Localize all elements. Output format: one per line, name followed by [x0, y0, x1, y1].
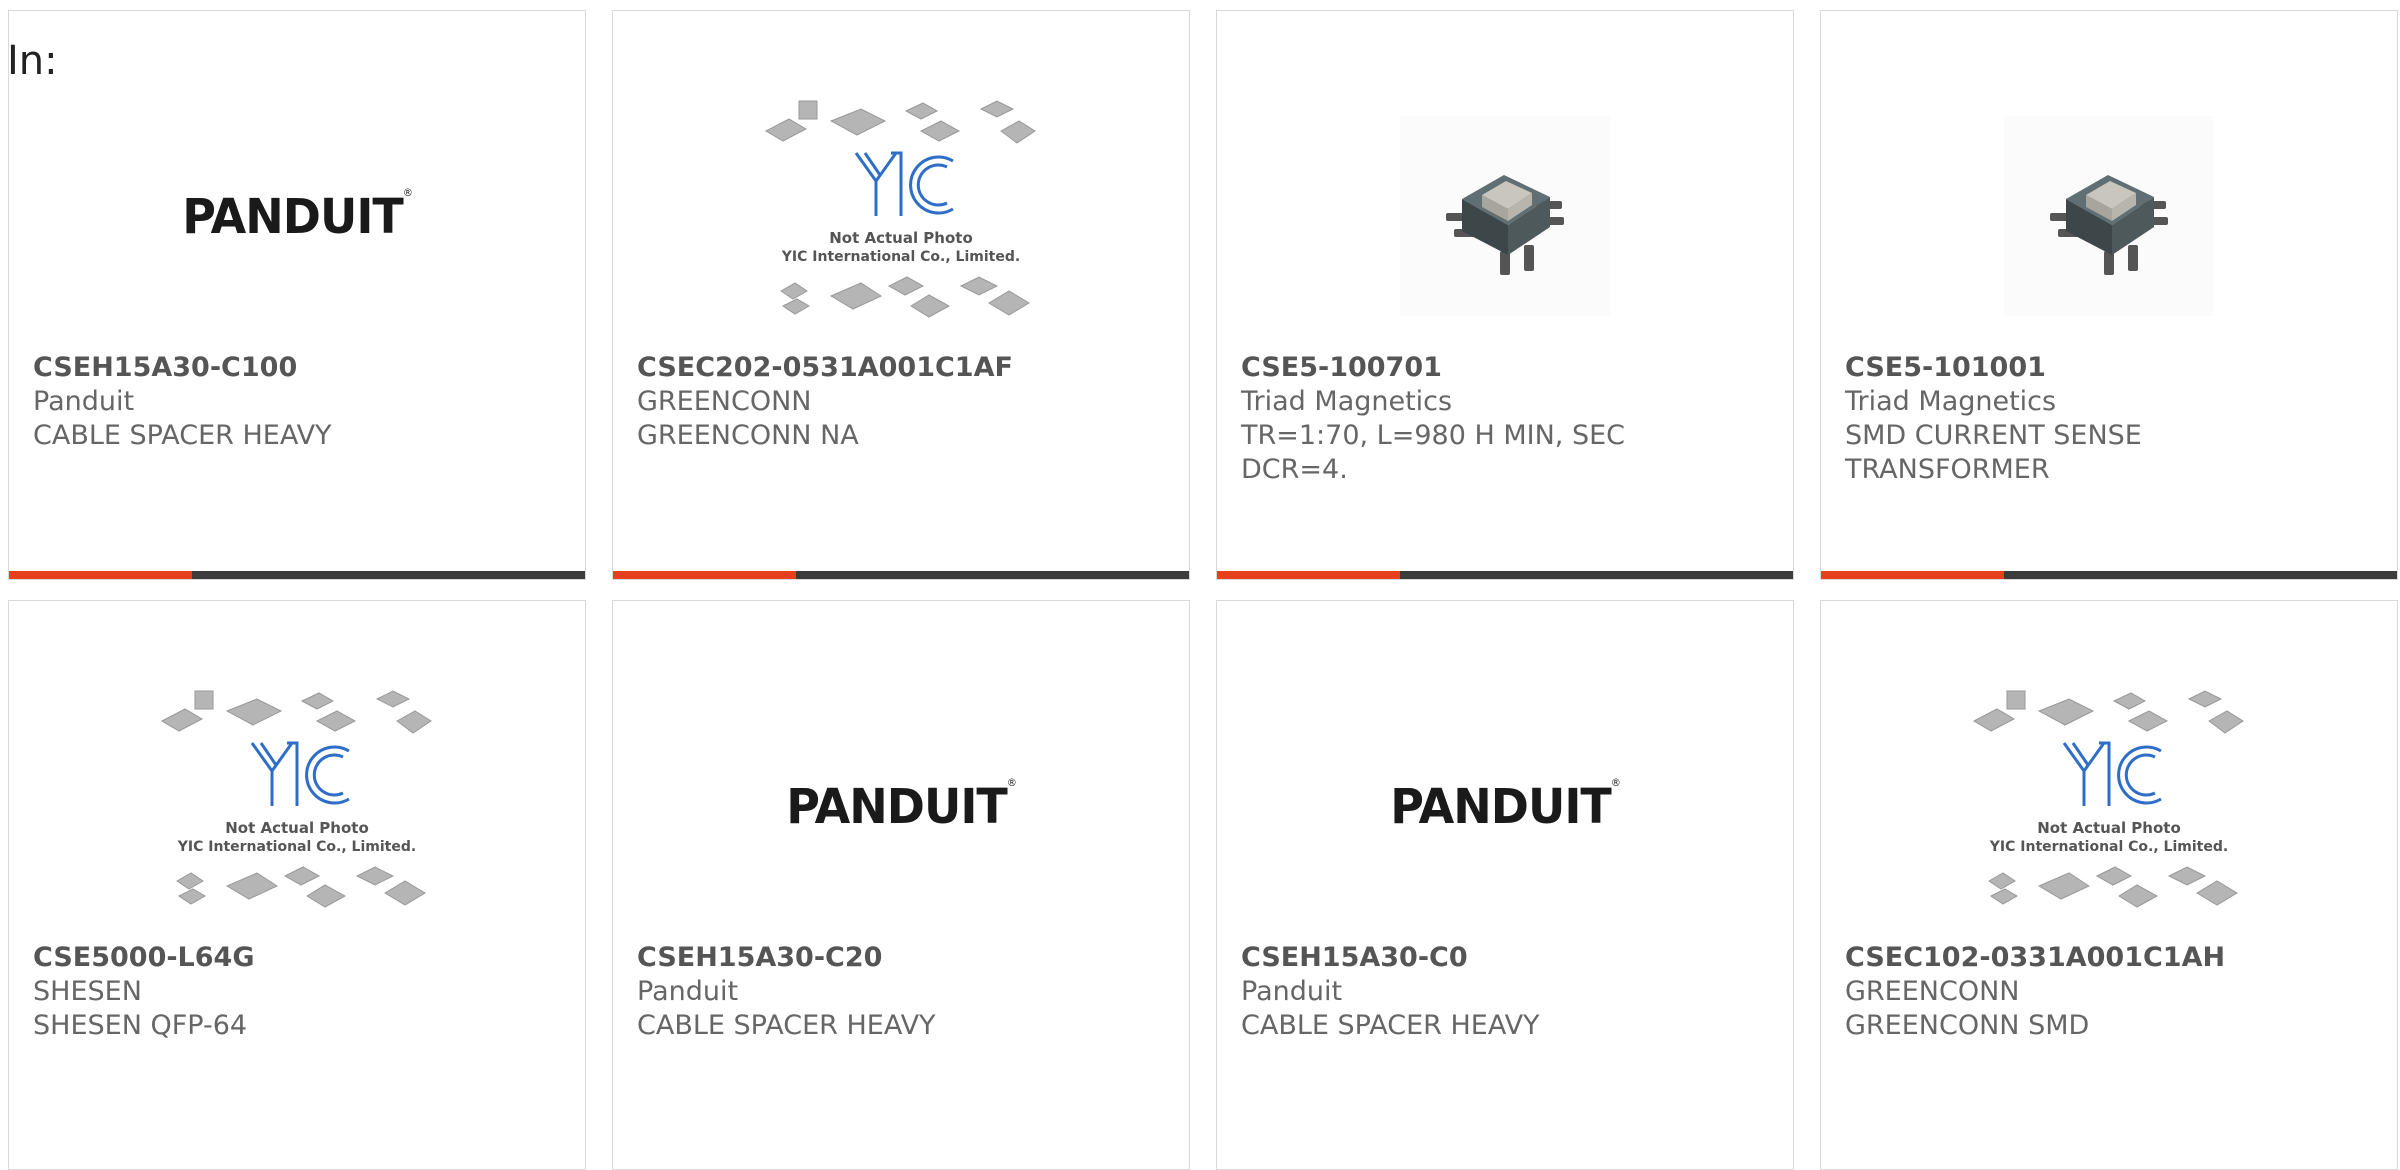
manufacturer: Panduit	[637, 976, 739, 1007]
product-card[interactable]: CSE5-101001 Triad Magnetics SMD CURRENT …	[1820, 10, 2398, 580]
part-number[interactable]: CSE5-101001	[1845, 351, 2373, 385]
product-image[interactable]: PANDUIT®	[1217, 681, 1793, 931]
part-number[interactable]: CSE5000-L64G	[33, 941, 561, 975]
svg-text:Not Actual Photo: Not Actual Photo	[2037, 819, 2181, 837]
product-card[interactable]: Not Actual Photo YIC International Co., …	[1820, 600, 2398, 1170]
part-number[interactable]: CSEC202-0531A001C1AF	[637, 351, 1165, 385]
description: GREENCONN SMD	[1845, 1010, 2090, 1041]
product-image[interactable]: PANDUIT®	[9, 91, 585, 341]
manufacturer: Triad Magnetics	[1845, 386, 2057, 417]
manufacturer: SHESEN	[33, 976, 142, 1007]
panduit-logo: PANDUIT®	[786, 777, 1017, 835]
part-number[interactable]: CSEC102-0331A001C1AH	[1845, 941, 2373, 975]
product-card[interactable]: PANDUIT® CSEH15A30-C0 Panduit CABLE SPAC…	[1216, 600, 1794, 1170]
product-card[interactable]: PANDUIT® CSEH15A30-C100 Panduit CABLE SP…	[8, 10, 586, 580]
manufacturer: Triad Magnetics	[1241, 386, 1453, 417]
card-accent-bar	[1217, 571, 1793, 579]
description: SHESEN QFP-64	[33, 1010, 248, 1041]
svg-text:YIC International Co., Limited: YIC International Co., Limited.	[1989, 839, 2228, 855]
panduit-logo: PANDUIT®	[1390, 777, 1621, 835]
svg-text:YIC International Co., Limited: YIC International Co., Limited.	[177, 839, 416, 855]
card-accent-bar	[1821, 571, 2397, 579]
card-accent-bar	[613, 571, 1189, 579]
product-card[interactable]: PANDUIT® CSEH15A30-C20 Panduit CABLE SPA…	[612, 600, 1190, 1170]
transformer-photo	[1400, 116, 1610, 316]
description: CABLE SPACER HEAVY	[637, 1010, 936, 1041]
product-card[interactable]: Not Actual Photo YIC International Co., …	[8, 600, 586, 1170]
manufacturer: Panduit	[33, 386, 135, 417]
svg-text:Not Actual Photo: Not Actual Photo	[225, 819, 369, 837]
in-label: In:	[7, 38, 58, 84]
svg-text:Not Actual Photo: Not Actual Photo	[829, 229, 973, 247]
yic-placeholder-image: Not Actual Photo YIC International Co., …	[764, 100, 1036, 318]
description: TR=1:70, L=980 H MIN, SEC DCR=4.	[1241, 420, 1626, 485]
product-card[interactable]: Not Actual Photo YIC International Co., …	[612, 10, 1190, 580]
product-image[interactable]: PANDUIT®	[613, 681, 1189, 931]
product-image[interactable]	[1821, 91, 2397, 341]
transformer-photo	[2004, 116, 2214, 316]
description: SMD CURRENT SENSE TRANSFORMER	[1845, 420, 2142, 485]
product-card[interactable]: CSE5-100701 Triad Magnetics TR=1:70, L=9…	[1216, 10, 1794, 580]
part-number[interactable]: CSE5-100701	[1241, 351, 1769, 385]
panduit-logo: PANDUIT®	[182, 187, 413, 245]
yic-placeholder-image: Not Actual Photo YIC International Co., …	[1972, 690, 2244, 908]
manufacturer: GREENCONN	[1845, 976, 2020, 1007]
part-number[interactable]: CSEH15A30-C20	[637, 941, 1165, 975]
svg-text:YIC International Co., Limited: YIC International Co., Limited.	[781, 249, 1020, 265]
description: GREENCONN NA	[637, 420, 859, 451]
description: CABLE SPACER HEAVY	[33, 420, 332, 451]
description: CABLE SPACER HEAVY	[1241, 1010, 1540, 1041]
manufacturer: Panduit	[1241, 976, 1343, 1007]
card-accent-bar	[9, 571, 585, 579]
product-image[interactable]	[1217, 91, 1793, 341]
part-number[interactable]: CSEH15A30-C100	[33, 351, 561, 385]
yic-placeholder-image: Not Actual Photo YIC International Co., …	[160, 690, 432, 908]
part-number[interactable]: CSEH15A30-C0	[1241, 941, 1769, 975]
product-image[interactable]: Not Actual Photo YIC International Co., …	[613, 91, 1189, 341]
product-image[interactable]: Not Actual Photo YIC International Co., …	[9, 681, 585, 931]
manufacturer: GREENCONN	[637, 386, 812, 417]
product-image[interactable]: Not Actual Photo YIC International Co., …	[1821, 681, 2397, 931]
